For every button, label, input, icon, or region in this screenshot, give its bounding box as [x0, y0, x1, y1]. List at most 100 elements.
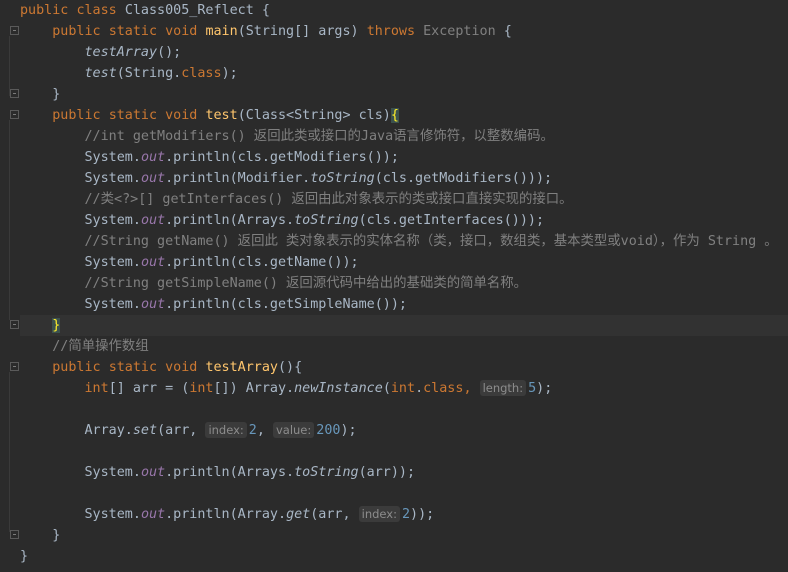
- param-hint: index:: [358, 506, 400, 522]
- keyword: static: [108, 108, 158, 123]
- class-name: Class005_Reflect: [124, 3, 254, 18]
- exception-type: Exception: [423, 24, 496, 39]
- method-name: test: [205, 108, 238, 123]
- code-text: [] arr = (: [108, 381, 190, 396]
- keyword: public: [52, 108, 101, 123]
- static-method: toString: [310, 171, 375, 186]
- number-literal: 2: [401, 507, 411, 522]
- code-line: Array.set(arr, index: 2, value: 200);: [20, 420, 788, 441]
- fold-marker-icon[interactable]: [10, 362, 19, 371]
- code-line: public class Class005_Reflect {: [20, 0, 788, 21]
- params: (Class<String> cls): [237, 108, 391, 123]
- comment: //String getName() 返回此 类对象表示的实体名称（类，接口，数…: [84, 234, 778, 249]
- code-text: );: [536, 381, 553, 396]
- code-text: .println(Arrays.: [165, 465, 295, 480]
- keyword: int: [390, 381, 416, 396]
- number-literal: 2: [248, 423, 257, 438]
- code-text: System.: [84, 150, 141, 165]
- code-text: (cls.getModifiers()));: [374, 171, 553, 186]
- static-field: out: [140, 150, 166, 165]
- code-text: .println(Array.: [165, 507, 287, 522]
- static-method: newInstance: [294, 381, 383, 396]
- code-text: (arr,: [157, 423, 198, 438]
- code-text: (: [382, 381, 391, 396]
- code-line: int[] arr = (int[]) Array.newInstance(in…: [20, 378, 788, 399]
- keyword: public: [52, 360, 101, 375]
- code-text: System.: [84, 465, 141, 480]
- code-line: test(String.class);: [20, 63, 788, 84]
- static-field: out: [140, 171, 166, 186]
- method-name: testArray: [205, 360, 278, 375]
- code-line: //类<?>[] getInterfaces() 返回由此对象表示的类或接口直接…: [20, 189, 788, 210]
- static-field: out: [140, 297, 166, 312]
- code-text: );: [340, 423, 357, 438]
- comment: //类<?>[] getInterfaces() 返回由此对象表示的类或接口直接…: [84, 192, 573, 207]
- static-field: out: [140, 213, 166, 228]
- code-text: Array.: [84, 423, 133, 438]
- code-text: .println(cls.getSimpleName());: [165, 297, 407, 312]
- code-text: (arr,: [310, 507, 351, 522]
- comment: //int getModifiers() 返回此类或接口的Java语言修饰符，以…: [84, 129, 554, 144]
- code-text: ,: [256, 423, 265, 438]
- code-line: //String getSimpleName() 返回源代码中给出的基础类的简单…: [20, 273, 788, 294]
- keyword: public: [52, 24, 101, 39]
- code-line: System.out.println(cls.getSimpleName());: [20, 294, 788, 315]
- keyword: int: [84, 381, 109, 396]
- method-call: testArray: [84, 45, 158, 60]
- code-line: System.out.println(cls.getName());: [20, 252, 788, 273]
- code-text: (cls.getInterfaces()));: [358, 213, 545, 228]
- fold-marker-icon[interactable]: [10, 530, 19, 539]
- code-text: (String.: [116, 66, 182, 81]
- matched-brace: {: [390, 108, 399, 123]
- code-line-current: }: [20, 315, 788, 336]
- code-text: .println(cls.getName());: [165, 255, 359, 270]
- keyword: void: [165, 360, 198, 375]
- keyword: public: [20, 3, 69, 18]
- code-line: //String getName() 返回此 类对象表示的实体名称（类，接口，数…: [20, 231, 788, 252]
- comment: //String getSimpleName() 返回源代码中给出的基础类的简单…: [84, 276, 528, 291]
- code-text: System.: [84, 507, 141, 522]
- code-line: public static void main(String[] args) t…: [20, 21, 788, 42]
- code-line: System.out.println(Array.get(arr, index:…: [20, 504, 788, 525]
- code-text: ,: [463, 381, 472, 396]
- matched-brace: }: [52, 318, 61, 333]
- code-line: testArray();: [20, 42, 788, 63]
- code-line: System.out.println(Modifier.toString(cls…: [20, 168, 788, 189]
- keyword: static: [108, 360, 158, 375]
- fold-marker-icon[interactable]: [10, 26, 19, 35]
- code-line: }: [20, 546, 788, 567]
- static-field: out: [140, 255, 166, 270]
- code-line: }: [20, 84, 788, 105]
- code-text: System.: [84, 213, 141, 228]
- param-hint: index:: [205, 422, 247, 438]
- code-text: .println(cls.getModifiers());: [165, 150, 399, 165]
- fold-guide: [9, 372, 10, 532]
- code-text: ));: [410, 507, 435, 522]
- param-hint: length:: [479, 380, 527, 396]
- static-method: toString: [294, 213, 359, 228]
- fold-marker-icon[interactable]: [10, 320, 19, 329]
- code-text: ();: [157, 45, 182, 60]
- number-literal: 200: [316, 423, 341, 438]
- keyword: int: [189, 381, 214, 396]
- fold-marker-icon[interactable]: [10, 89, 19, 98]
- editor-gutter: [0, 0, 20, 572]
- code-text: .println(Modifier.: [165, 171, 311, 186]
- keyword: void: [165, 108, 198, 123]
- static-method: set: [132, 423, 158, 438]
- params: (String[] args): [237, 24, 367, 39]
- brace: }: [52, 87, 61, 102]
- code-text: System.: [84, 171, 141, 186]
- params: (){: [278, 360, 303, 375]
- method-call: test: [84, 66, 117, 81]
- static-method: toString: [294, 465, 359, 480]
- static-field: out: [140, 465, 166, 480]
- brace: }: [20, 549, 29, 564]
- code-editor[interactable]: public class Class005_Reflect { public s…: [20, 0, 788, 567]
- keyword: throws: [366, 24, 416, 39]
- code-line: }: [20, 525, 788, 546]
- code-line: System.out.println(cls.getModifiers());: [20, 147, 788, 168]
- fold-guide: [9, 120, 10, 320]
- fold-marker-icon[interactable]: [10, 110, 19, 119]
